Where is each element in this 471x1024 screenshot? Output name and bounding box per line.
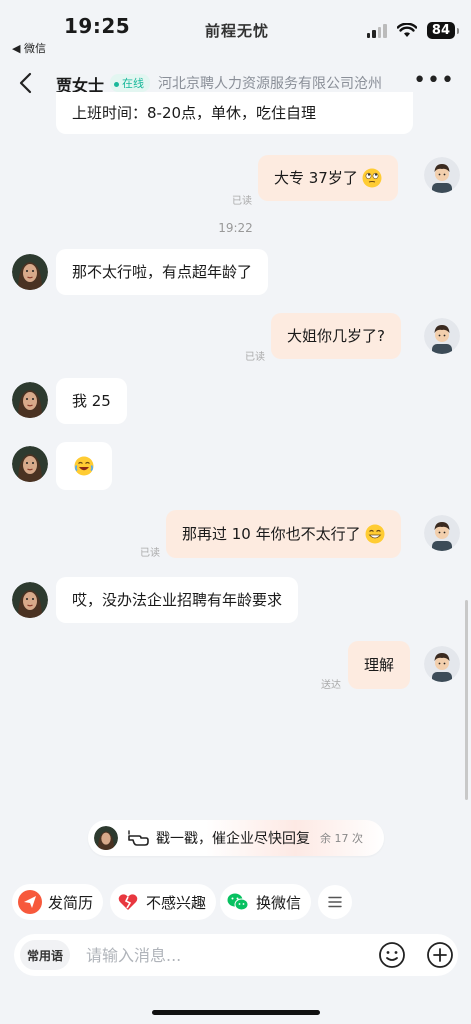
app-brand-label: 前程无忧	[205, 22, 270, 40]
message-text: 大专 37岁了	[274, 169, 358, 187]
online-label: 在线	[122, 77, 144, 90]
message-text: 我 25	[72, 392, 111, 410]
broken-heart-icon	[116, 890, 140, 914]
message-text: 那再过 10 年你也不太行了	[182, 525, 361, 543]
more-options-icon[interactable]: •••	[413, 68, 455, 93]
message-bubble-outgoing[interactable]: 理解	[348, 641, 411, 689]
message-bubble-incoming[interactable]: 哎，没办法企业招聘有年龄要求	[56, 577, 299, 623]
message-text: 那不太行啦，有点超年龄了	[72, 263, 253, 281]
online-dot-icon	[114, 81, 119, 87]
read-status: 已读	[232, 196, 252, 207]
cellular-signal-icon	[366, 23, 387, 38]
not-interested-button[interactable]: 不感兴趣	[110, 884, 217, 920]
my-avatar[interactable]	[424, 157, 460, 193]
message-text: 上班时间：8-20点，单休，吃住自理	[72, 104, 317, 122]
home-indicator[interactable]	[152, 1010, 320, 1015]
exchange-wechat-label: 换微信	[256, 893, 302, 912]
message-bubble-incoming[interactable]: 那不太行啦，有点超年龄了	[56, 249, 269, 295]
contact-avatar-small	[94, 826, 118, 850]
wifi-icon	[396, 23, 417, 37]
emoji-icon[interactable]	[378, 941, 406, 969]
online-status-badge: 在线	[110, 74, 150, 92]
status-time: 19:25	[64, 14, 131, 38]
my-avatar[interactable]	[424, 646, 460, 682]
common-phrases-button[interactable]: 常用语	[20, 940, 70, 970]
contact-avatar[interactable]	[12, 382, 48, 418]
back-to-app-link[interactable]: ◀ 微信	[12, 40, 46, 56]
laughing-emoji-icon	[74, 456, 94, 476]
wechat-icon	[226, 890, 250, 914]
delivery-status: 送达	[321, 680, 341, 691]
more-actions-menu-icon[interactable]	[318, 885, 352, 919]
message-text: 理解	[364, 656, 395, 674]
contact-avatar[interactable]	[12, 446, 48, 482]
read-status: 已读	[140, 548, 160, 559]
exchange-wechat-button[interactable]: 换微信	[220, 884, 312, 920]
message-bubble-incoming[interactable]: 😂	[56, 442, 112, 490]
message-bubble-outgoing[interactable]: 那再过 10 年你也不太行了	[166, 510, 401, 558]
poke-button[interactable]: 戳一戳，催企业尽快回复 余 17 次	[88, 820, 384, 856]
not-interested-label: 不感兴趣	[146, 893, 207, 912]
contact-avatar[interactable]	[12, 582, 48, 618]
grin-emoji-icon	[365, 524, 385, 544]
message-bubble-incoming[interactable]: 上班时间：8-20点，单休，吃住自理	[56, 92, 413, 134]
my-avatar[interactable]	[424, 318, 460, 354]
message-bubble-outgoing[interactable]: 大专 37岁了	[258, 155, 398, 201]
poke-label: 戳一戳，催企业尽快回复	[156, 831, 310, 847]
read-status: 已读	[245, 352, 265, 363]
send-arrow-icon	[18, 890, 42, 914]
poke-remaining-count: 余 17 次	[320, 832, 363, 845]
add-icon[interactable]	[426, 941, 454, 969]
battery-indicator: 84	[426, 22, 460, 39]
eye-roll-emoji-icon	[362, 168, 382, 188]
message-text: 哎，没办法企业招聘有年龄要求	[72, 591, 283, 609]
send-resume-label: 发简历	[48, 893, 94, 912]
status-indicators: 84	[366, 22, 460, 39]
contact-avatar[interactable]	[12, 254, 48, 290]
timestamp-separator: 19:22	[218, 221, 253, 235]
back-arrow-icon[interactable]	[14, 70, 40, 96]
chat-scrollbar[interactable]	[465, 600, 468, 800]
send-resume-button[interactable]: 发简历	[12, 884, 104, 920]
message-bubble-outgoing[interactable]: 大姐你几岁了?	[271, 313, 401, 359]
message-text: 大姐你几岁了?	[287, 327, 385, 345]
company-name[interactable]: 河北京聘人力资源服务有限公司沧州	[158, 73, 398, 93]
poke-hand-icon	[128, 830, 149, 846]
my-avatar[interactable]	[424, 515, 460, 551]
message-input[interactable]	[86, 944, 356, 966]
message-bubble-incoming[interactable]: 我 25	[56, 378, 127, 424]
